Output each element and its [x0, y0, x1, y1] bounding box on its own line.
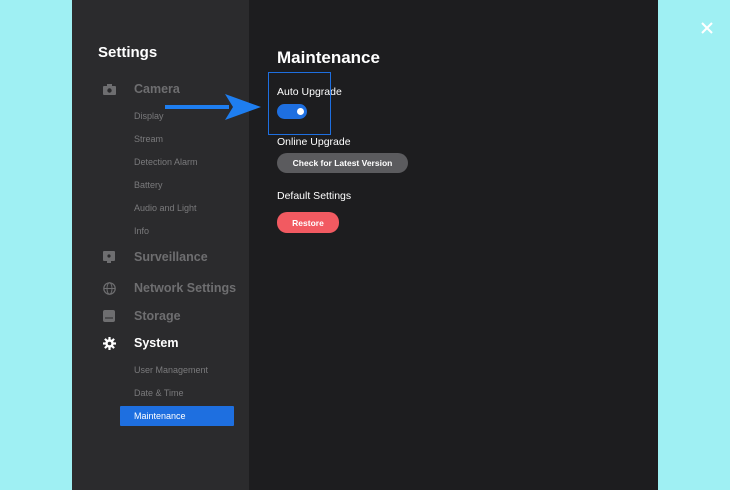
sidebar-section-surveillance[interactable]: Surveillance [102, 247, 208, 267]
sidebar-item-date-time[interactable]: Date & Time [134, 386, 184, 400]
globe-icon [102, 281, 116, 295]
annotation-highlight-box [268, 72, 331, 135]
arrow-right-icon [163, 94, 263, 122]
close-icon[interactable] [699, 20, 715, 36]
sidebar-section-storage[interactable]: Storage [102, 306, 181, 326]
sidebar-title: Settings [98, 44, 158, 61]
sidebar-item-audio-and-light[interactable]: Audio and Light [134, 201, 197, 215]
surveillance-icon [102, 250, 116, 264]
sidebar-section-network-settings[interactable]: Network Settings [102, 278, 236, 298]
sidebar-item-maintenance[interactable]: Maintenance [120, 406, 234, 426]
sidebar-item-display[interactable]: Display [134, 109, 164, 123]
sidebar-item-battery[interactable]: Battery [134, 178, 163, 192]
settings-window: Settings Camera Display Stream Detection… [72, 0, 713, 490]
gear-icon [102, 336, 116, 350]
sidebar-item-info[interactable]: Info [134, 224, 149, 238]
sidebar-item-user-management[interactable]: User Management [134, 363, 208, 377]
sidebar-section-system[interactable]: System [102, 333, 178, 353]
default-settings-label: Default Settings [277, 190, 352, 202]
camera-icon [102, 82, 116, 96]
online-upgrade-label: Online Upgrade [277, 136, 351, 148]
sidebar-section-label: Surveillance [134, 250, 208, 264]
sidebar-item-stream[interactable]: Stream [134, 132, 163, 146]
sidebar-section-label: Storage [134, 309, 181, 323]
page-title: Maintenance [277, 48, 380, 67]
sidebar-item-detection-alarm[interactable]: Detection Alarm [134, 155, 198, 169]
sidebar-section-label: Network Settings [134, 281, 237, 295]
restore-button[interactable]: Restore [277, 212, 339, 233]
settings-sidebar: Settings Camera Display Stream Detection… [72, 0, 249, 490]
storage-icon [102, 309, 116, 323]
check-latest-version-button[interactable]: Check for Latest Version [277, 153, 408, 173]
sidebar-section-label: System [134, 336, 179, 350]
